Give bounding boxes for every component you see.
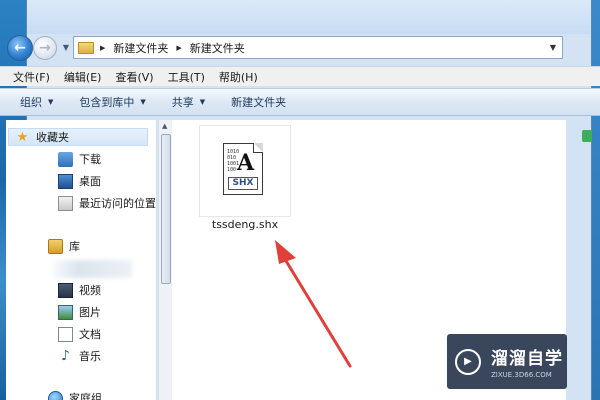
watermark-url: ZIXUE.3D66.COM	[491, 371, 552, 379]
documents-icon	[58, 326, 73, 342]
blurred-sidebar-item	[52, 260, 132, 278]
menu-help[interactable]: 帮助(H)	[212, 67, 265, 87]
sidebar-item-label: 文档	[79, 328, 101, 341]
sidebar-item-libraries[interactable]: 库	[48, 238, 80, 254]
status-tag	[582, 130, 592, 142]
homegroup-icon	[48, 390, 63, 400]
command-toolbar: 组织 ▼ 包含到库中 ▼ 共享 ▼ 新建文件夹	[0, 88, 600, 116]
file-type-label: SHX	[228, 177, 258, 190]
desktop-icon	[58, 173, 73, 189]
page-fold	[253, 143, 263, 153]
sidebar-item-label: 下载	[79, 153, 101, 166]
sidebar-item-label: 视频	[79, 284, 101, 297]
share-button[interactable]: 共享 ▼	[164, 91, 213, 113]
menu-tools[interactable]: 工具(T)	[161, 67, 212, 87]
breadcrumb-chevron-icon[interactable]: ▶	[100, 44, 105, 52]
forward-button[interactable]: →	[33, 36, 57, 60]
recent-pages-dropdown[interactable]: ▼	[60, 40, 72, 54]
address-bar[interactable]: ▶ 新建文件夹 ▶ 新建文件夹 ▼	[73, 36, 563, 59]
breadcrumb-item[interactable]: 新建文件夹	[111, 40, 170, 56]
download-folder-icon	[58, 151, 73, 167]
sidebar-item-label: 家庭组	[69, 392, 102, 400]
back-button[interactable]: ←	[7, 35, 33, 61]
file-name-label[interactable]: tssdeng.shx	[199, 218, 291, 231]
include-in-library-label: 包含到库中	[79, 96, 135, 109]
sidebar-item-pictures[interactable]: 图片	[58, 304, 101, 320]
desktop-background-right	[592, 0, 600, 400]
menu-view[interactable]: 查看(V)	[108, 67, 160, 87]
video-icon	[58, 282, 73, 298]
folder-icon	[78, 41, 94, 54]
watermark: ▶ 溜溜自学 ZIXUE.3D66.COM	[447, 334, 567, 389]
include-in-library-button[interactable]: 包含到库中 ▼	[71, 91, 153, 113]
library-icon	[48, 238, 63, 254]
navigation-scrollbar[interactable]: ▲	[158, 120, 172, 400]
back-arrow-icon: ←	[14, 40, 26, 56]
play-logo-icon: ▶	[455, 348, 481, 375]
scroll-up-icon[interactable]: ▲	[162, 122, 167, 130]
sidebar-item-label: 库	[69, 240, 80, 253]
sidebar-item-label: 音乐	[79, 350, 101, 363]
sidebar-item-label: 桌面	[79, 175, 101, 188]
menu-bar: 文件(F) 编辑(E) 查看(V) 工具(T) 帮助(H)	[0, 66, 600, 86]
share-label: 共享	[171, 96, 194, 109]
sidebar-item-label: 图片	[79, 306, 101, 319]
address-dropdown-icon[interactable]: ▼	[550, 43, 556, 52]
chevron-down-icon: ▼	[199, 98, 206, 106]
recent-places-icon	[58, 195, 73, 211]
organize-label: 组织	[20, 96, 42, 109]
menu-edit[interactable]: 编辑(E)	[57, 67, 109, 87]
sidebar-item-downloads[interactable]: 下载	[58, 151, 101, 167]
forward-arrow-icon: →	[39, 40, 51, 56]
sidebar-item-music[interactable]: ♪ 音乐	[58, 348, 101, 364]
chevron-down-icon: ▼	[48, 98, 54, 106]
menu-file[interactable]: 文件(F)	[6, 67, 57, 87]
watermark-title: 溜溜自学	[491, 349, 563, 369]
scrollbar-thumb[interactable]	[161, 134, 171, 284]
sidebar-item-desktop[interactable]: 桌面	[58, 173, 101, 189]
organize-button[interactable]: 组织 ▼	[12, 91, 61, 113]
sidebar-item-label: 收藏夹	[36, 131, 69, 144]
breadcrumb-chevron-icon[interactable]: ▶	[176, 44, 181, 52]
breadcrumb-item[interactable]: 新建文件夹	[188, 40, 247, 56]
font-letter: A	[237, 150, 255, 176]
sidebar-item-videos[interactable]: 视频	[58, 282, 101, 298]
shx-file-icon[interactable]: 1010 010 1001 100 A SHX	[223, 143, 263, 195]
sidebar-item-documents[interactable]: 文档	[58, 326, 101, 342]
star-icon: ★	[16, 129, 29, 145]
window-title-bar	[27, 0, 591, 34]
sidebar-item-recent-places[interactable]: 最近访问的位置	[58, 195, 156, 211]
sidebar-item-favorites[interactable]: ★ 收藏夹	[8, 128, 148, 146]
music-note-icon: ♪	[61, 347, 70, 364]
pictures-icon	[58, 304, 73, 320]
sidebar-item-label: 最近访问的位置	[79, 197, 156, 210]
sidebar-item-homegroup[interactable]: 家庭组	[48, 390, 102, 400]
chevron-down-icon: ▼	[140, 98, 146, 106]
new-folder-button[interactable]: 新建文件夹	[223, 91, 294, 113]
